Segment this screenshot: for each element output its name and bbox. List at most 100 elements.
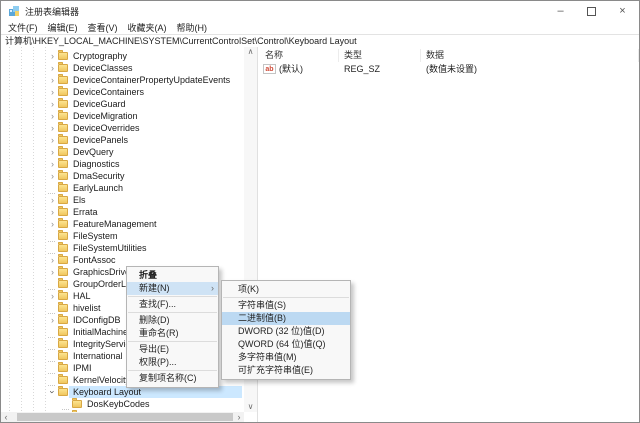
folder-icon [58, 292, 68, 300]
scroll-up-icon[interactable]: ∧ [248, 47, 254, 57]
tree-item[interactable]: › DeviceGuard [1, 98, 244, 110]
menu-item-rename[interactable]: 重命名(R) [127, 327, 218, 340]
tree-item-label: DeviceGuard [71, 99, 128, 110]
chevron-right-icon[interactable]: › [47, 207, 58, 217]
chevron-right-icon[interactable]: › [47, 75, 58, 85]
tree-item-label: FeatureManagement [71, 219, 159, 230]
chevron-right-icon[interactable]: › [47, 171, 58, 181]
tree-item-label: IPMI [71, 363, 94, 374]
submenu-item-key[interactable]: 项(K) [222, 283, 350, 296]
chevron-right-icon[interactable]: › [47, 291, 58, 301]
menu-item-export[interactable]: 导出(E) [127, 343, 218, 356]
tree-item[interactable]: ›DmaSecurity [1, 170, 244, 182]
menu-edit[interactable]: 编辑(E) [43, 21, 83, 34]
chevron-right-icon[interactable]: › [47, 135, 58, 145]
menu-favorites[interactable]: 收藏夹(A) [123, 21, 172, 34]
chevron-down-icon[interactable]: › [48, 387, 58, 398]
tree-item[interactable]: › DeviceMigration [1, 110, 244, 122]
column-header-data[interactable]: 数据 [421, 49, 639, 62]
menu-file[interactable]: 文件(F) [3, 21, 43, 34]
chevron-right-icon[interactable]: › [47, 87, 58, 97]
chevron-right-icon[interactable]: › [47, 123, 58, 133]
tree-item[interactable]: ›DevQuery [1, 146, 244, 158]
submenu-item-qword-value[interactable]: QWORD (64 位)值(Q) [222, 338, 350, 351]
chevron-right-icon[interactable]: › [47, 255, 58, 265]
tree-item[interactable]: ›DeviceClasses [1, 62, 244, 74]
tree-item[interactable]: FileSystemUtilities [1, 242, 244, 254]
chevron-right-icon[interactable]: › [47, 267, 58, 277]
tree-item-label: Keyboard Layout [71, 387, 143, 398]
maximize-icon [587, 7, 596, 16]
chevron-right-icon[interactable]: › [47, 99, 58, 109]
tree-item-label: FontAssoc [71, 255, 118, 266]
chevron-right-icon[interactable]: › [47, 195, 58, 205]
window-title: 注册表编辑器 [25, 5, 79, 18]
folder-icon [58, 160, 68, 168]
folder-icon [58, 232, 68, 240]
menu-separator [128, 312, 217, 313]
chevron-right-icon[interactable]: › [47, 315, 58, 325]
chevron-right-icon[interactable]: › [47, 51, 58, 61]
scroll-left-icon[interactable]: ‹ [1, 412, 11, 422]
tree-item-label: DeviceMigration [71, 111, 140, 122]
folder-icon [58, 268, 68, 276]
tree-item[interactable]: ›DeviceOverrides [1, 122, 244, 134]
horizontal-scrollbar-thumb[interactable] [17, 413, 233, 421]
menu-item-permissions[interactable]: 权限(P)... [127, 356, 218, 369]
tree-item[interactable]: ›DeviceContainers [1, 86, 244, 98]
folder-icon [58, 196, 68, 204]
folder-icon [58, 172, 68, 180]
scroll-right-icon[interactable]: › [234, 412, 244, 422]
submenu-item-string-value[interactable]: 字符串值(S) [222, 299, 350, 312]
tree-item[interactable]: › FontAssoc [1, 254, 244, 266]
tree-item[interactable]: ›Errata [1, 206, 244, 218]
submenu-item-expandable-string-value[interactable]: 可扩充字符串值(E) [222, 364, 350, 377]
tree-horizontal-scrollbar[interactable]: ‹ › [1, 412, 244, 422]
chevron-right-icon[interactable]: › [47, 63, 58, 73]
tree-item[interactable]: ›DevicePanels [1, 134, 244, 146]
menu-item-new[interactable]: 新建(N)› [127, 282, 218, 295]
folder-icon [58, 304, 68, 312]
menu-view[interactable]: 查看(V) [83, 21, 123, 34]
minimize-button[interactable]: – [545, 1, 576, 21]
submenu-item-multi-string-value[interactable]: 多字符串值(M) [222, 351, 350, 364]
column-header-type[interactable]: 类型 [339, 49, 421, 62]
chevron-right-icon[interactable]: › [47, 219, 58, 229]
tree-item[interactable]: FileSystem [1, 230, 244, 242]
maximize-button[interactable] [576, 1, 607, 21]
tree-item[interactable]: › FeatureManagement [1, 218, 244, 230]
tree-item[interactable]: ›DeviceContainerPropertyUpdateEvents [1, 74, 244, 86]
menu-item-delete[interactable]: 删除(D) [127, 314, 218, 327]
folder-icon [58, 88, 68, 96]
chevron-right-icon[interactable]: › [47, 111, 58, 121]
tree-item[interactable]: › Cryptography [1, 50, 244, 62]
column-header-name[interactable]: 名称 [258, 49, 339, 62]
address-path: 计算机\HKEY_LOCAL_MACHINE\SYSTEM\CurrentCon… [5, 36, 357, 46]
folder-icon [58, 52, 68, 60]
scroll-down-icon[interactable]: ∨ [248, 402, 254, 412]
tree-item[interactable]: EarlyLaunch [1, 182, 244, 194]
value-data-cell: (数值未设置) [421, 62, 639, 75]
menu-help[interactable]: 帮助(H) [172, 21, 213, 34]
menu-item-copy-key-name[interactable]: 复制项名称(C) [127, 372, 218, 385]
menu-item-collapse[interactable]: 折叠 [127, 269, 218, 282]
menu-item-find[interactable]: 查找(F)... [127, 298, 218, 311]
tree-item[interactable]: ›Diagnostics [1, 158, 244, 170]
chevron-right-icon[interactable]: › [47, 159, 58, 169]
submenu-item-binary-value[interactable]: 二进制值(B) [222, 312, 350, 325]
submenu-item-dword-value[interactable]: DWORD (32 位)值(D) [222, 325, 350, 338]
registry-editor-window: 注册表编辑器 – × 文件(F)编辑(E)查看(V)收藏夹(A)帮助(H) 计算… [0, 0, 640, 423]
registry-value-row[interactable]: ab(默认)REG_SZ(数值未设置) [258, 62, 639, 75]
tree-item[interactable]: ›Els [1, 194, 244, 206]
folder-icon [58, 148, 68, 156]
chevron-right-icon[interactable]: › [47, 147, 58, 157]
menu-separator [223, 297, 349, 298]
menu-separator [128, 296, 217, 297]
close-button[interactable]: × [607, 1, 638, 21]
value-type-cell: REG_SZ [339, 64, 421, 74]
tree-item-label: Cryptography [71, 51, 129, 62]
folder-icon [58, 112, 68, 120]
folder-icon [58, 244, 68, 252]
folder-icon [58, 280, 68, 288]
tree-item[interactable]: DosKeybCodes [1, 398, 244, 410]
